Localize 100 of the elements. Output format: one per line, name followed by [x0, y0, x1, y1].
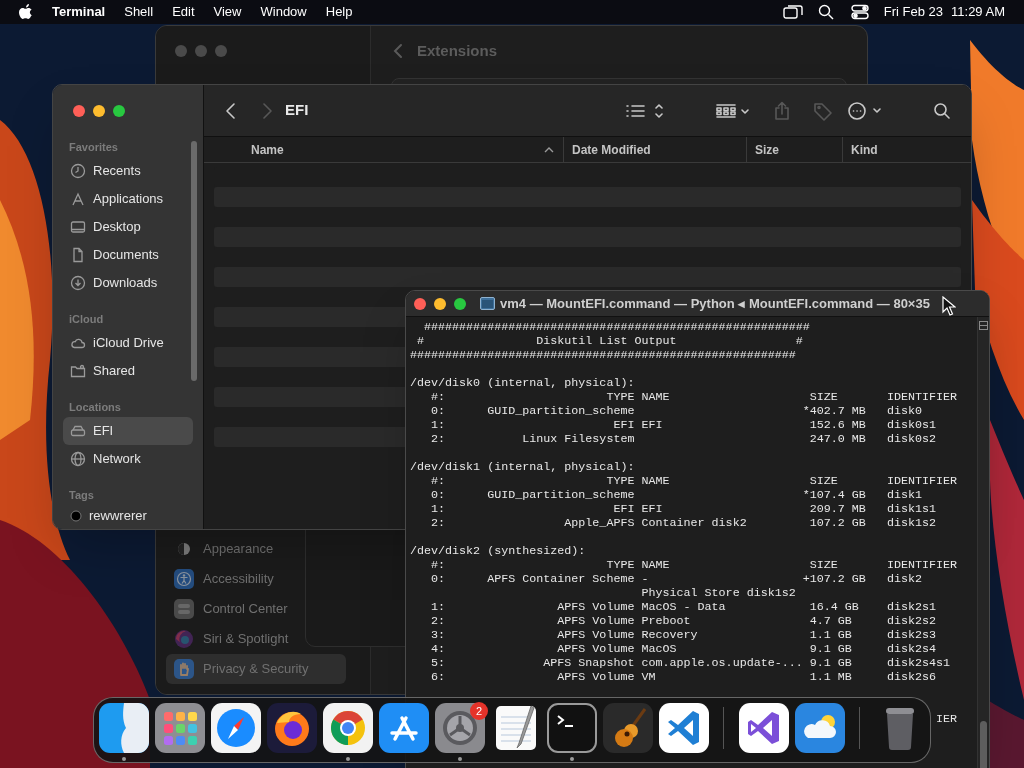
cloud-sun-icon[interactable] — [795, 703, 845, 753]
sidebar-item[interactable]: rewwrerer — [63, 505, 193, 527]
orb-icon — [174, 629, 194, 649]
terminal-line: #: TYPE NAME SIZE IDENTIFIER — [430, 474, 958, 488]
section-heading: Tags — [68, 487, 95, 503]
sidebar-item[interactable]: Network — [63, 445, 193, 473]
window-control-button[interactable] — [113, 105, 125, 117]
sidebar-item[interactable]: EFI — [63, 417, 193, 445]
accessibility-icon — [174, 569, 194, 589]
sidebar-item[interactable]: Control Center — [166, 594, 296, 624]
menu-bar-clock[interactable]: 11:29 AM — [951, 2, 1005, 22]
terminal-line: 2: Apple_APFS Container disk2 107.2 GB disk1s2 — [430, 516, 937, 530]
screen-mirroring-icon[interactable] — [782, 4, 803, 20]
sidebar-item[interactable]: Desktop — [63, 213, 193, 241]
column-header[interactable]: Name — [204, 137, 563, 162]
column-header[interactable]: Kind — [842, 137, 971, 162]
store-app-icon[interactable] — [379, 703, 429, 753]
compass-icon[interactable] — [211, 703, 261, 753]
terminal-line: 3: APFS Volume Recovery 1.1 GB disk2s3 — [430, 628, 937, 642]
gear-icon[interactable] — [435, 703, 485, 753]
sidebar-item[interactable]: Recents — [63, 157, 193, 185]
scrollbar-thumb[interactable] — [980, 721, 987, 768]
apps-icon — [70, 191, 86, 207]
menu-item[interactable]: Window — [260, 2, 307, 22]
guitar-icon[interactable] — [603, 703, 653, 753]
menu-item[interactable]: Terminal — [52, 2, 106, 22]
notification-badge: 2 — [470, 702, 488, 720]
terminal-line: #: TYPE NAME SIZE IDENTIFIER — [430, 390, 958, 404]
window-title: vm4 — MountEFI.command — Python ◂ MountEFI.command — 80×35 — [500, 294, 930, 313]
tag-dot-icon — [70, 510, 82, 522]
folder-icon — [480, 297, 495, 310]
terminal-line: /dev/disk0 (internal, physical): — [410, 376, 635, 390]
window-control-button[interactable] — [454, 297, 466, 310]
window-title: EFI — [285, 100, 309, 121]
search-icon[interactable] — [817, 4, 834, 20]
terminal-line: 0: GUID_partition_scheme *402.7 MB disk0 — [430, 404, 922, 418]
code-editor-icon[interactable] — [659, 703, 709, 753]
terminal-line: 2: APFS Volume Preboot 4.7 GB disk2s2 — [430, 614, 937, 628]
sidebar-item[interactable]: iCloud Drive — [63, 329, 193, 357]
menu-item[interactable]: Shell — [124, 2, 154, 22]
wheel-app-icon[interactable] — [323, 703, 373, 753]
terminal-line: #: TYPE NAME SIZE IDENTIFIER — [430, 558, 958, 572]
sidebar-item[interactable]: Shared — [63, 357, 193, 385]
clock-icon — [70, 163, 86, 179]
window-control-button[interactable] — [414, 297, 426, 310]
list-view-icon[interactable] — [625, 101, 663, 120]
toggles-icon — [174, 599, 194, 619]
more-icon[interactable] — [847, 100, 883, 121]
terminal-line: 1: EFI EFI 152.6 MB disk0s1 — [430, 418, 937, 432]
menu-item[interactable]: View — [213, 2, 242, 22]
window-control-button[interactable] — [73, 105, 85, 117]
terminal-line: /dev/disk2 (synthesized): — [410, 544, 586, 558]
ide-app-icon[interactable] — [739, 703, 789, 753]
section-heading: Locations — [68, 399, 122, 415]
terminal-icon[interactable] — [547, 703, 597, 753]
section-heading: iCloud — [68, 311, 105, 327]
grid-app-icon[interactable] — [155, 703, 205, 753]
download-icon — [70, 275, 86, 291]
column-header[interactable]: Size — [746, 137, 842, 162]
terminal-line: 5: APFS Snapshot com.apple.os.update-... 9.1 GB disk2s4s1 — [430, 656, 951, 670]
window-title: Extensions — [417, 40, 498, 61]
shared-folder-icon — [70, 363, 86, 379]
drive-icon — [70, 423, 86, 439]
terminal-line: # Diskutil List Output # — [416, 334, 803, 348]
column-header[interactable]: Date Modified — [563, 137, 746, 162]
scrollbar[interactable] — [191, 141, 197, 381]
terminal-line: 1: EFI EFI 209.7 MB disk1s1 — [430, 502, 937, 516]
split-pane-icon[interactable] — [979, 321, 988, 330]
window-control-button[interactable] — [434, 297, 446, 310]
menu-bar-date[interactable]: Fri Feb 23 — [883, 2, 944, 22]
terminal-line: ####################################################### — [410, 348, 796, 362]
scrollbar[interactable] — [977, 317, 989, 768]
terminal-line: ####################################################### — [423, 320, 810, 334]
terminal-line: IER — [936, 712, 958, 726]
desktop-icon — [70, 219, 86, 235]
sidebar-item[interactable]: Applications — [63, 185, 193, 213]
sidebar-item[interactable]: Documents — [63, 241, 193, 269]
terminal-line: 2: Linux Filesystem 247.0 MB disk0s2 — [430, 432, 937, 446]
sidebar-item[interactable]: Siri & Spotlight — [166, 624, 297, 654]
grid-view-icon[interactable] — [715, 101, 751, 120]
terminal-line: 4: APFS Volume MacOS 9.1 GB disk2s4 — [430, 642, 937, 656]
menu-item[interactable]: Edit — [172, 2, 195, 22]
globe-icon — [70, 451, 86, 467]
search-icon[interactable] — [933, 101, 951, 120]
document-icon — [70, 247, 86, 263]
terminal-line: 6: APFS Volume VM 1.1 MB disk2s6 — [430, 670, 937, 684]
terminal-line: 0: APFS Container Scheme - +107.2 GB disk2 — [430, 572, 922, 586]
sidebar-item[interactable]: Downloads — [63, 269, 193, 297]
window-control-button[interactable] — [93, 105, 105, 117]
apple-logo-icon[interactable] — [18, 3, 34, 21]
terminal-line: Physical Store disk1s2 — [640, 586, 796, 600]
menu-item[interactable]: Help — [325, 2, 353, 22]
control-center-icon[interactable] — [850, 4, 869, 20]
terminal-line: /dev/disk1 (internal, physical): — [410, 460, 635, 474]
section-heading: Favorites — [68, 139, 119, 155]
two-tone-app-icon[interactable] — [99, 703, 149, 753]
terminal-line: 1: APFS Volume MacOS - Data 16.4 GB disk2s1 — [430, 600, 937, 614]
browser-app-icon[interactable] — [267, 703, 317, 753]
back-icon[interactable] — [225, 101, 237, 120]
terminal-line: 0: GUID_partition_scheme *107.4 GB disk1 — [430, 488, 922, 502]
